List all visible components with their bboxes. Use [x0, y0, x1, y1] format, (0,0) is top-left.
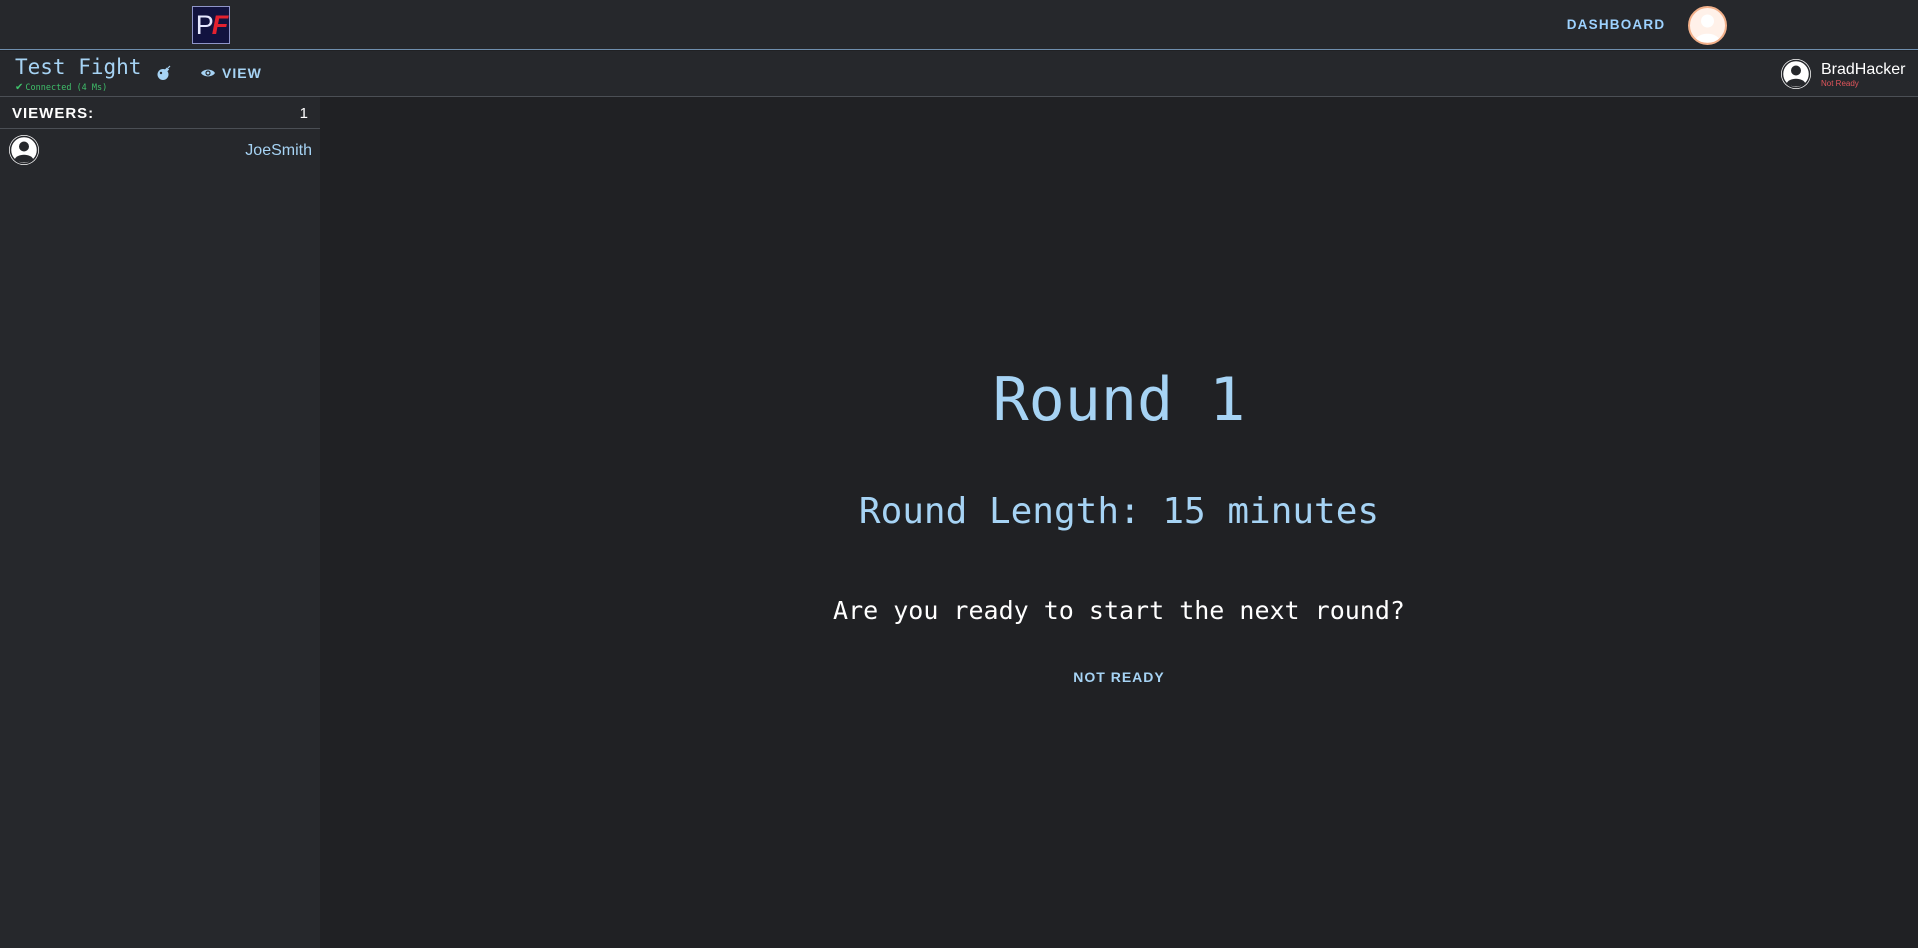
not-ready-button[interactable]: NOT READY [1059, 666, 1179, 688]
view-button-label: VIEW [222, 65, 262, 81]
player-card: BradHacker Not Ready [1781, 57, 1918, 91]
bomb-icon[interactable] [156, 65, 172, 81]
viewer-list-item[interactable]: JoeSmith [0, 130, 320, 170]
player-name: BradHacker [1821, 61, 1906, 78]
viewers-label: VIEWERS: [12, 105, 95, 122]
viewer-avatar [9, 135, 39, 165]
eye-icon [201, 69, 215, 77]
user-avatar-icon [9, 135, 39, 165]
check-icon: ✔ [15, 82, 24, 93]
app-logo[interactable]: PF [192, 6, 230, 44]
connection-status: ✔ Connected (4 Ms) [15, 82, 107, 93]
ready-question: Are you ready to start the next round? [833, 596, 1405, 625]
viewers-count: 1 [299, 105, 308, 122]
viewers-sidebar: VIEWERS: 1 JoeSmith [0, 97, 320, 948]
account-avatar[interactable] [1688, 6, 1727, 45]
round-length: Round Length: 15 minutes [858, 491, 1380, 532]
round-title: Round 1 [992, 365, 1246, 435]
viewers-header: VIEWERS: 1 [0, 97, 320, 129]
player-status: Not Ready [1821, 79, 1859, 88]
user-avatar-icon [1695, 14, 1720, 42]
view-button[interactable]: VIEW [200, 61, 270, 85]
dashboard-button[interactable]: DASHBOARD [1560, 14, 1672, 36]
fight-title: Test Fight [15, 55, 142, 79]
connection-status-text: Connected (4 Ms) [25, 83, 108, 93]
player-avatar [1781, 59, 1811, 89]
round-panel: Round 1 Round Length: 15 minutes Are you… [320, 97, 1918, 948]
fight-toolbar: Test Fight ✔ Connected (4 Ms) VIEW BradHa… [0, 51, 1918, 97]
top-app-bar: PF DASHBOARD [0, 0, 1918, 50]
viewer-name: JoeSmith [245, 142, 312, 159]
user-avatar-icon [1781, 59, 1811, 89]
